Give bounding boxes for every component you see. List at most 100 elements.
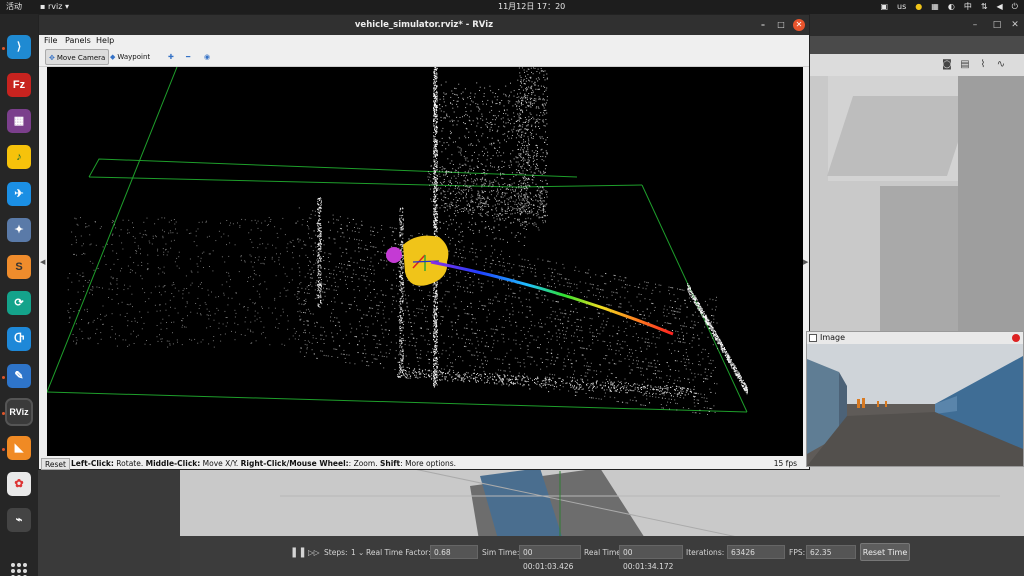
film-icon[interactable]: ▦ (7, 109, 31, 133)
system-tray: ▣ us ● ▦ ◐ 中 ⇅ ◀ ⏻ (880, 0, 1018, 14)
menu-file[interactable]: File (44, 35, 57, 47)
sublime-text-icon[interactable]: S (7, 255, 31, 279)
hand-icon: ✥ (49, 54, 55, 62)
move-camera-label: Move Camera (56, 54, 106, 62)
minimize-icon[interactable]: – (970, 20, 980, 30)
tray-indicator-icon[interactable]: ◐ (948, 0, 955, 14)
close-icon[interactable]: ✕ (793, 19, 805, 31)
rtf-field: 0.68 (430, 545, 478, 559)
text-editor-icon[interactable]: ✎ (7, 364, 31, 388)
image-panel: Image (806, 331, 1024, 467)
usb-icon[interactable]: ⌁ (7, 508, 31, 532)
left-click-label: Left-Click: (71, 459, 114, 468)
steps-label: Steps: (324, 548, 348, 557)
status-hint: Left-Click: Rotate. Middle-Click: Move X… (71, 457, 456, 471)
view-tool-button[interactable]: ◉ (201, 49, 215, 65)
minimize-icon[interactable]: – (757, 19, 769, 31)
image-panel-titlebar[interactable]: Image (807, 332, 1023, 344)
middle-click-text: Move X/Y. (200, 459, 241, 468)
sim-time-label: Sim Time: (482, 548, 520, 557)
right-click-text: : Zoom. (348, 459, 380, 468)
top-bar: 活动 ▪ rviz ▾ 11月12日 17：20 ▣ us ● ▦ ◐ 中 ⇅ … (0, 0, 1024, 14)
gazebo-icon[interactable]: ◣ (7, 436, 31, 460)
keyboard-layout[interactable]: us (897, 0, 906, 14)
right-click-label: Right-Click/Mouse Wheel: (240, 459, 349, 468)
show-apps-icon[interactable] (11, 563, 27, 576)
menu-panels[interactable]: Panels (65, 35, 91, 47)
reset-button[interactable]: Reset (41, 458, 70, 470)
input-method-indicator[interactable]: 中 (964, 0, 972, 14)
waypoint-label: Waypoint (117, 53, 151, 61)
power-icon[interactable]: ⏻ (1012, 0, 1018, 14)
window-title: vehicle_simulator.rviz* - RViz (354, 20, 494, 30)
rviz-small-icon: ▪ (40, 2, 48, 11)
vscode-icon[interactable]: ⟩ (7, 35, 31, 59)
rviz-icon[interactable]: RViz (5, 398, 33, 426)
3d-viewport[interactable] (47, 67, 803, 456)
step-icon[interactable]: ▷▷ (308, 544, 320, 562)
menu-help[interactable]: Help (96, 35, 114, 47)
music-player-icon[interactable]: ♪ (7, 145, 31, 169)
plus-icon: ✚ (168, 53, 174, 61)
chevron-down-icon[interactable]: ⌄ (358, 544, 364, 562)
status-bar: Reset Left-Click: Rotate. Middle-Click: … (39, 457, 809, 471)
point-cloud (67, 67, 748, 415)
menu-bar: File Panels Help (39, 35, 809, 47)
rviz-titlebar[interactable]: vehicle_simulator.rviz* - RViz – □ ✕ (39, 15, 809, 35)
network-icon[interactable]: ⇅ (981, 0, 988, 14)
waypoint-button[interactable]: ◆ Waypoint (107, 49, 153, 65)
close-icon[interactable] (1012, 334, 1020, 342)
maximize-icon[interactable]: □ (992, 20, 1002, 30)
sim-time-field: 00 00:01:03.426 (519, 545, 581, 571)
activities-button[interactable]: 活动 (6, 0, 22, 14)
app-menu-label: rviz (47, 2, 63, 11)
camera-image (807, 344, 1023, 466)
grid-line-left (47, 67, 178, 393)
steps-spinbox[interactable]: 1 (351, 544, 356, 562)
status-icon[interactable]: ● (915, 0, 922, 14)
rtf-label: Real Time Factor: (366, 548, 431, 557)
tray-grid-icon[interactable]: ▦ (931, 0, 939, 14)
shift-text: : More options. (400, 459, 457, 468)
fps-label: FPS: (789, 548, 806, 557)
reset-time-button[interactable]: Reset Time (860, 543, 910, 561)
log-icon[interactable]: ▤ (958, 58, 972, 72)
desktop: – □ ✕ ◙ ▤ ⌇ ∿ ❚❚ ▷▷ Steps: 1 ⌄ Real Time… (0, 0, 1024, 576)
image-panel-title: Image (820, 333, 846, 342)
fps-readout: 15 fps (773, 459, 797, 468)
volume-icon[interactable]: ◀ (997, 0, 1003, 14)
fps-field: 62.35 (806, 545, 856, 559)
move-camera-button[interactable]: ✥ Move Camera (45, 49, 110, 65)
feishu-icon[interactable]: ✈ (7, 182, 31, 206)
tool-bar: ✥ Move Camera ◆ Waypoint ✚ ━ ◉ (39, 47, 809, 67)
grid-line-bottom (47, 391, 748, 413)
real-time-label: Real Time: (584, 548, 624, 557)
chart-icon[interactable]: ∿ (994, 58, 1008, 72)
color-picker-icon[interactable]: ✿ (7, 472, 31, 496)
point-cloud-scene (47, 67, 748, 415)
minus-icon: ━ (186, 53, 191, 61)
iterations-label: Iterations: (686, 548, 725, 557)
app-menu[interactable]: ▪ rviz ▾ (40, 0, 69, 14)
plot-icon[interactable]: ⌇ (976, 58, 990, 72)
shift-label: Shift (379, 459, 401, 468)
screenshot-icon[interactable]: ◙ (940, 58, 954, 72)
remove-tool-button[interactable]: ━ (183, 49, 195, 65)
clock[interactable]: 11月12日 17：20 (498, 0, 565, 14)
left-click-text: Rotate. (113, 459, 146, 468)
real-time-field: 00 00:01:34.172 (619, 545, 683, 571)
pause-icon[interactable]: ❚❚ (290, 544, 307, 562)
sync-icon[interactable]: ⟳ (7, 291, 31, 315)
filezilla-icon[interactable]: Fz (7, 73, 31, 97)
dock: ⟩ Fz ▦ ♪ ✈ ✦ S ⟳ Ⴇ ✎ RViz ◣ ✿ ⌁ (0, 14, 38, 576)
add-tool-button[interactable]: ✚ (165, 49, 179, 65)
close-icon[interactable]: ✕ (1010, 20, 1020, 30)
tray-app-icon[interactable]: ▣ (880, 0, 888, 14)
rocket-icon[interactable]: ✦ (7, 218, 31, 242)
right-panel-arrow-icon[interactable]: ▶ (803, 258, 808, 266)
grid-line-mid (88, 176, 643, 188)
maximize-icon[interactable]: □ (775, 19, 787, 31)
app-store-icon[interactable]: Ⴇ (7, 327, 31, 351)
left-panel-arrow-icon[interactable]: ◀ (40, 258, 45, 266)
image-icon (809, 334, 817, 342)
